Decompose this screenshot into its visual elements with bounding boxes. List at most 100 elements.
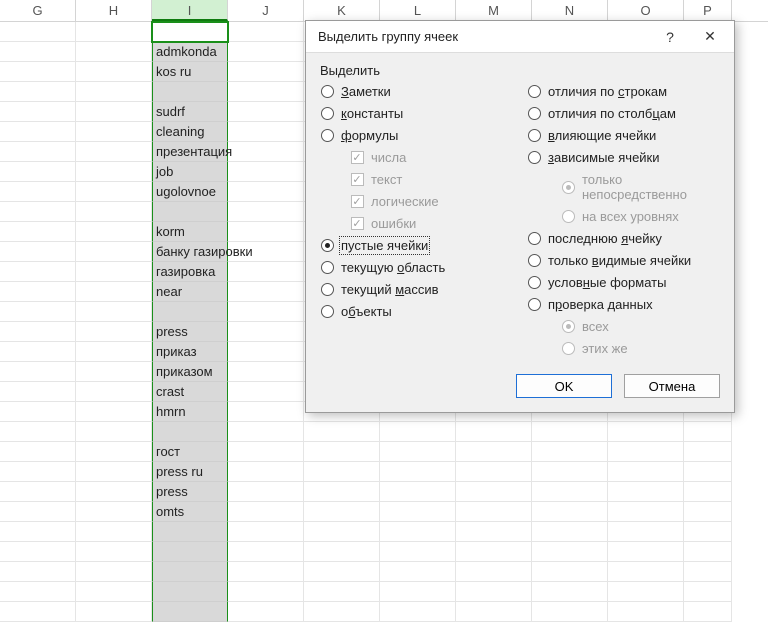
cell[interactable] [76, 322, 152, 342]
cell[interactable] [532, 562, 608, 582]
cell[interactable] [228, 302, 304, 322]
cell[interactable] [76, 482, 152, 502]
cell[interactable] [0, 402, 76, 422]
column-header-P[interactable]: P [684, 0, 732, 21]
cell[interactable]: ugolovnoe [152, 182, 228, 202]
cell[interactable] [304, 562, 380, 582]
cell[interactable] [228, 162, 304, 182]
cell[interactable] [76, 22, 152, 42]
cell[interactable] [76, 42, 152, 62]
cell[interactable] [684, 522, 732, 542]
cell[interactable] [152, 522, 228, 542]
cell[interactable] [684, 422, 732, 442]
cell[interactable] [456, 542, 532, 562]
cell[interactable] [0, 302, 76, 322]
cell[interactable] [608, 562, 684, 582]
cell[interactable] [76, 222, 152, 242]
cell[interactable] [0, 582, 76, 602]
cell[interactable] [152, 302, 228, 322]
cell[interactable] [0, 322, 76, 342]
cell[interactable] [228, 502, 304, 522]
cell[interactable] [456, 562, 532, 582]
cell[interactable] [532, 482, 608, 502]
cell[interactable] [0, 502, 76, 522]
column-header-I[interactable]: I [152, 0, 228, 21]
option-row-diff[interactable]: отличия по строкам [527, 84, 720, 99]
cell[interactable]: press [152, 482, 228, 502]
option-formulas[interactable]: формулы [320, 128, 513, 143]
cell[interactable] [228, 262, 304, 282]
column-header-L[interactable]: L [380, 0, 456, 21]
cell[interactable] [304, 442, 380, 462]
cell[interactable] [228, 522, 304, 542]
cell[interactable]: приказом [152, 362, 228, 382]
cell[interactable] [608, 602, 684, 622]
cell[interactable] [532, 422, 608, 442]
cell[interactable] [684, 482, 732, 502]
cell[interactable] [0, 42, 76, 62]
cell[interactable] [0, 282, 76, 302]
option-validation[interactable]: проверка данных [527, 297, 720, 312]
cell[interactable] [228, 582, 304, 602]
cell[interactable] [76, 102, 152, 122]
cell[interactable] [0, 162, 76, 182]
cell[interactable] [380, 482, 456, 502]
cell[interactable]: admkonda [152, 42, 228, 62]
cell[interactable] [0, 482, 76, 502]
cell[interactable] [684, 602, 732, 622]
cell[interactable] [76, 242, 152, 262]
option-objects[interactable]: объекты [320, 304, 513, 319]
cell[interactable] [304, 602, 380, 622]
cell[interactable] [228, 202, 304, 222]
cell[interactable] [456, 422, 532, 442]
cell[interactable]: газировка [152, 262, 228, 282]
cell[interactable] [76, 502, 152, 522]
cell[interactable] [608, 462, 684, 482]
cell[interactable] [228, 102, 304, 122]
cell[interactable] [0, 262, 76, 282]
cell[interactable] [608, 582, 684, 602]
cell[interactable] [228, 42, 304, 62]
cell[interactable] [456, 602, 532, 622]
cell[interactable] [228, 122, 304, 142]
cell[interactable] [152, 602, 228, 622]
cell[interactable] [152, 422, 228, 442]
cell[interactable] [0, 22, 76, 42]
cell[interactable] [0, 382, 76, 402]
cell[interactable]: приказ [152, 342, 228, 362]
cell[interactable] [304, 422, 380, 442]
help-button[interactable]: ? [650, 22, 690, 52]
cell[interactable] [532, 522, 608, 542]
option-cur-array[interactable]: текущий массив [320, 282, 513, 297]
cell[interactable] [76, 62, 152, 82]
option-dependents[interactable]: зависимые ячейки [527, 150, 720, 165]
cell[interactable] [532, 502, 608, 522]
cell[interactable] [0, 182, 76, 202]
cell[interactable] [0, 562, 76, 582]
cell[interactable] [456, 482, 532, 502]
cell[interactable] [76, 362, 152, 382]
cell[interactable] [152, 582, 228, 602]
cell[interactable] [304, 522, 380, 542]
cell[interactable] [608, 542, 684, 562]
cell[interactable] [380, 582, 456, 602]
cell[interactable] [0, 462, 76, 482]
cell[interactable] [76, 82, 152, 102]
cell[interactable] [228, 182, 304, 202]
cell[interactable] [228, 142, 304, 162]
cell[interactable] [456, 582, 532, 602]
cell[interactable] [228, 242, 304, 262]
cell[interactable] [228, 562, 304, 582]
column-header-N[interactable]: N [532, 0, 608, 21]
cell[interactable] [608, 482, 684, 502]
cell[interactable] [152, 22, 228, 42]
cell[interactable] [228, 602, 304, 622]
option-precedents[interactable]: влияющие ячейки [527, 128, 720, 143]
cell[interactable] [228, 462, 304, 482]
column-header-K[interactable]: K [304, 0, 380, 21]
cell[interactable]: press ru [152, 462, 228, 482]
option-visible[interactable]: только видимые ячейки [527, 253, 720, 268]
cell[interactable] [380, 542, 456, 562]
cell[interactable] [228, 482, 304, 502]
cell[interactable] [608, 502, 684, 522]
